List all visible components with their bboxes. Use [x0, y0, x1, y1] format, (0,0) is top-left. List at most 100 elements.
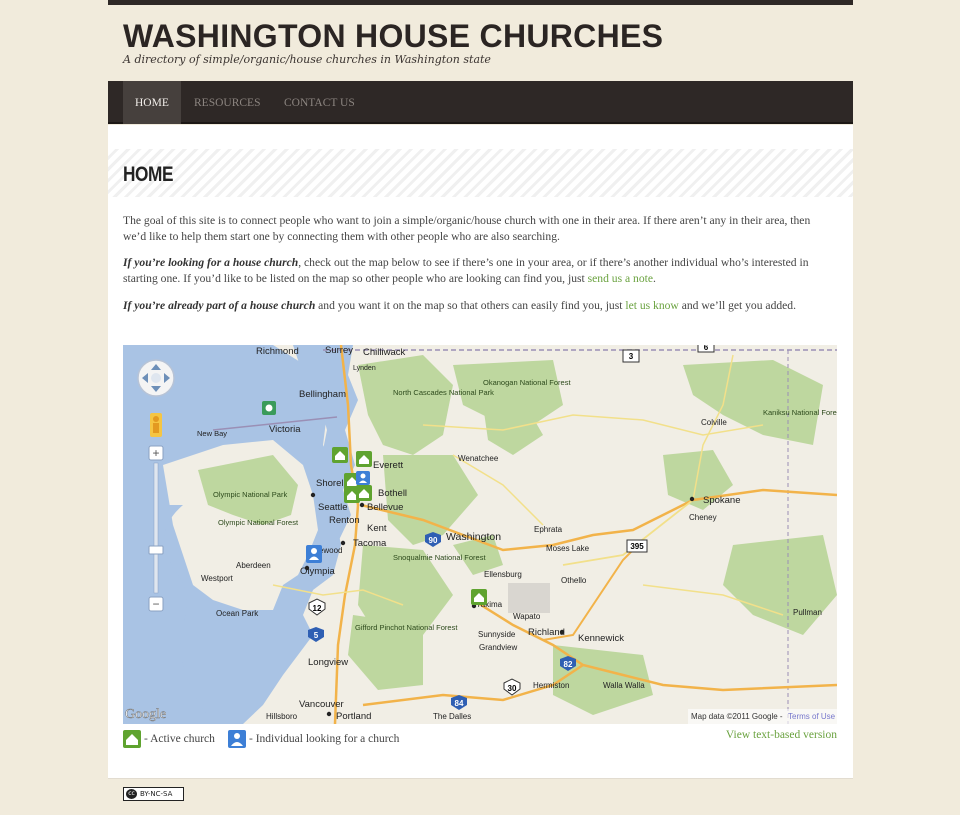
label-seattle: Seattle: [318, 502, 348, 513]
label-richland: Richland: [528, 627, 565, 638]
route-84: 84: [455, 699, 464, 708]
view-text-version-link[interactable]: View text-based version: [726, 729, 837, 741]
intro-paragraph: The goal of this site is to connect peop…: [123, 214, 811, 243]
looking-end: .: [653, 272, 656, 285]
label-surrey: Surrey: [325, 345, 353, 356]
label-lynden: Lynden: [353, 365, 376, 372]
label-ellensburg: Ellensburg: [484, 570, 522, 579]
legend-active-label: - Active church: [144, 733, 215, 745]
label-bellevue: Bellevue: [367, 502, 403, 513]
top-rule: [108, 0, 853, 5]
label-new-bay: New Bay: [197, 429, 227, 438]
label-ocean-park: Ocean Park: [216, 609, 259, 618]
map-canvas[interactable]: 3 6 12 5 82 84 90 395 30 Richmond Surrey…: [123, 345, 837, 724]
route-30: 30: [508, 684, 517, 693]
route-82: 82: [564, 660, 573, 669]
label-bothell: Bothell: [378, 488, 407, 499]
church-map[interactable]: 3 6 12 5 82 84 90 395 30 Richmond Surrey…: [123, 345, 837, 724]
label-the-dalles: The Dalles: [433, 712, 471, 721]
main-nav: HOME RESOURCES CONTACT US: [108, 81, 853, 124]
site-title[interactable]: WASHINGTON HOUSE CHURCHES: [123, 18, 663, 55]
map-attribution: Map data ©2011 Google -: [691, 712, 783, 721]
label-cheney: Cheney: [689, 513, 717, 522]
nav-contact-us[interactable]: CONTACT US: [284, 81, 355, 124]
label-washington: Washington: [446, 531, 501, 543]
license-label: BY-NC-SA: [140, 790, 173, 798]
label-hillsboro: Hillsboro: [266, 712, 298, 721]
label-chilliwack: Chilliwack: [363, 347, 405, 358]
label-aberdeen: Aberdeen: [236, 561, 271, 570]
cc-license-badge[interactable]: cc BY-NC-SA: [123, 787, 184, 801]
label-gifford: Gifford Pinchot National Forest: [355, 623, 458, 632]
marker-active-church[interactable]: [356, 451, 372, 467]
route-6: 6: [704, 345, 709, 352]
cc-icon: cc: [126, 789, 137, 799]
label-bellingham: Bellingham: [299, 389, 346, 400]
google-logo[interactable]: Google: [125, 707, 167, 723]
label-othello: Othello: [561, 576, 587, 585]
label-richmond: Richmond: [256, 346, 299, 357]
send-note-link[interactable]: send us a note: [588, 272, 653, 285]
house-icon: [123, 730, 141, 748]
member-end: and we’ll get you added.: [678, 299, 797, 312]
route-5: 5: [314, 631, 319, 640]
zoom-in-button[interactable]: +: [152, 446, 159, 460]
marker-active-church[interactable]: [471, 589, 487, 605]
content-panel: HOME The goal of this site is to connect…: [108, 125, 853, 779]
marker-active-church[interactable]: [356, 485, 372, 501]
label-vancouver: Vancouver: [299, 699, 344, 710]
route-395: 395: [630, 542, 644, 551]
member-lead: If you’re already part of a house church: [123, 299, 316, 312]
label-sunnyside: Sunnyside: [478, 630, 516, 639]
looking-lead: If you’re looking for a house church: [123, 256, 299, 269]
label-colville: Colville: [701, 418, 727, 427]
legend-individual-label: - Individual looking for a church: [249, 733, 400, 745]
let-us-know-link[interactable]: let us know: [625, 299, 678, 312]
label-spokane: Spokane: [703, 495, 741, 506]
marker-individual[interactable]: [356, 471, 370, 485]
label-portland: Portland: [336, 711, 371, 722]
person-icon: [228, 730, 246, 748]
member-paragraph: If you’re already part of a house church…: [123, 298, 833, 314]
label-north-cascades: North Cascades National Park: [393, 388, 494, 397]
legend-individual: - Individual looking for a church: [228, 729, 399, 749]
label-tacoma: Tacoma: [353, 538, 387, 549]
label-kaniksu: Kaniksu National Forest: [763, 408, 837, 417]
member-body: and you want it on the map so that other…: [315, 299, 626, 312]
label-grandview: Grandview: [479, 643, 517, 652]
label-hermiston: Hermiston: [533, 681, 569, 690]
label-okanogan: Okanogan National Forest: [483, 378, 571, 387]
label-olympic-forest: Olympic National Forest: [218, 518, 299, 527]
zoom-slider-handle[interactable]: [148, 545, 164, 555]
label-victoria: Victoria: [269, 424, 301, 435]
terms-of-use-link[interactable]: Terms of Use: [788, 712, 836, 721]
street-view-pegman[interactable]: [150, 413, 162, 437]
route-90: 90: [429, 536, 438, 545]
label-everett: Everett: [373, 460, 403, 471]
label-wenatchee: Wenatchee: [458, 454, 499, 463]
label-moses-lake: Moses Lake: [546, 544, 590, 553]
label-kennewick: Kennewick: [578, 633, 624, 644]
pan-control[interactable]: [137, 359, 175, 397]
label-westport: Westport: [201, 574, 234, 583]
route-12: 12: [313, 604, 322, 613]
label-renton: Renton: [329, 515, 360, 526]
legend-active: - Active church: [123, 729, 215, 749]
label-olympic: Olympic National Park: [213, 490, 287, 499]
marker-active-church[interactable]: [332, 447, 348, 463]
label-wapato: Wapato: [513, 612, 541, 621]
marker-active-church[interactable]: [262, 401, 276, 415]
title-band: [108, 149, 853, 197]
page-title: HOME: [123, 163, 174, 186]
label-longview: Longview: [308, 657, 348, 668]
label-snoqualmie: Snoqualmie National Forest: [393, 553, 486, 562]
nav-resources[interactable]: RESOURCES: [194, 81, 260, 124]
nav-home[interactable]: HOME: [123, 81, 181, 124]
label-kent: Kent: [367, 523, 387, 534]
zoom-out-button[interactable]: −: [152, 597, 159, 611]
label-ephrata: Ephrata: [534, 525, 563, 534]
label-walla-walla: Walla Walla: [603, 681, 645, 690]
marker-individual[interactable]: [306, 545, 322, 563]
route-3: 3: [629, 352, 634, 361]
looking-paragraph: If you’re looking for a house church, ch…: [123, 255, 833, 287]
